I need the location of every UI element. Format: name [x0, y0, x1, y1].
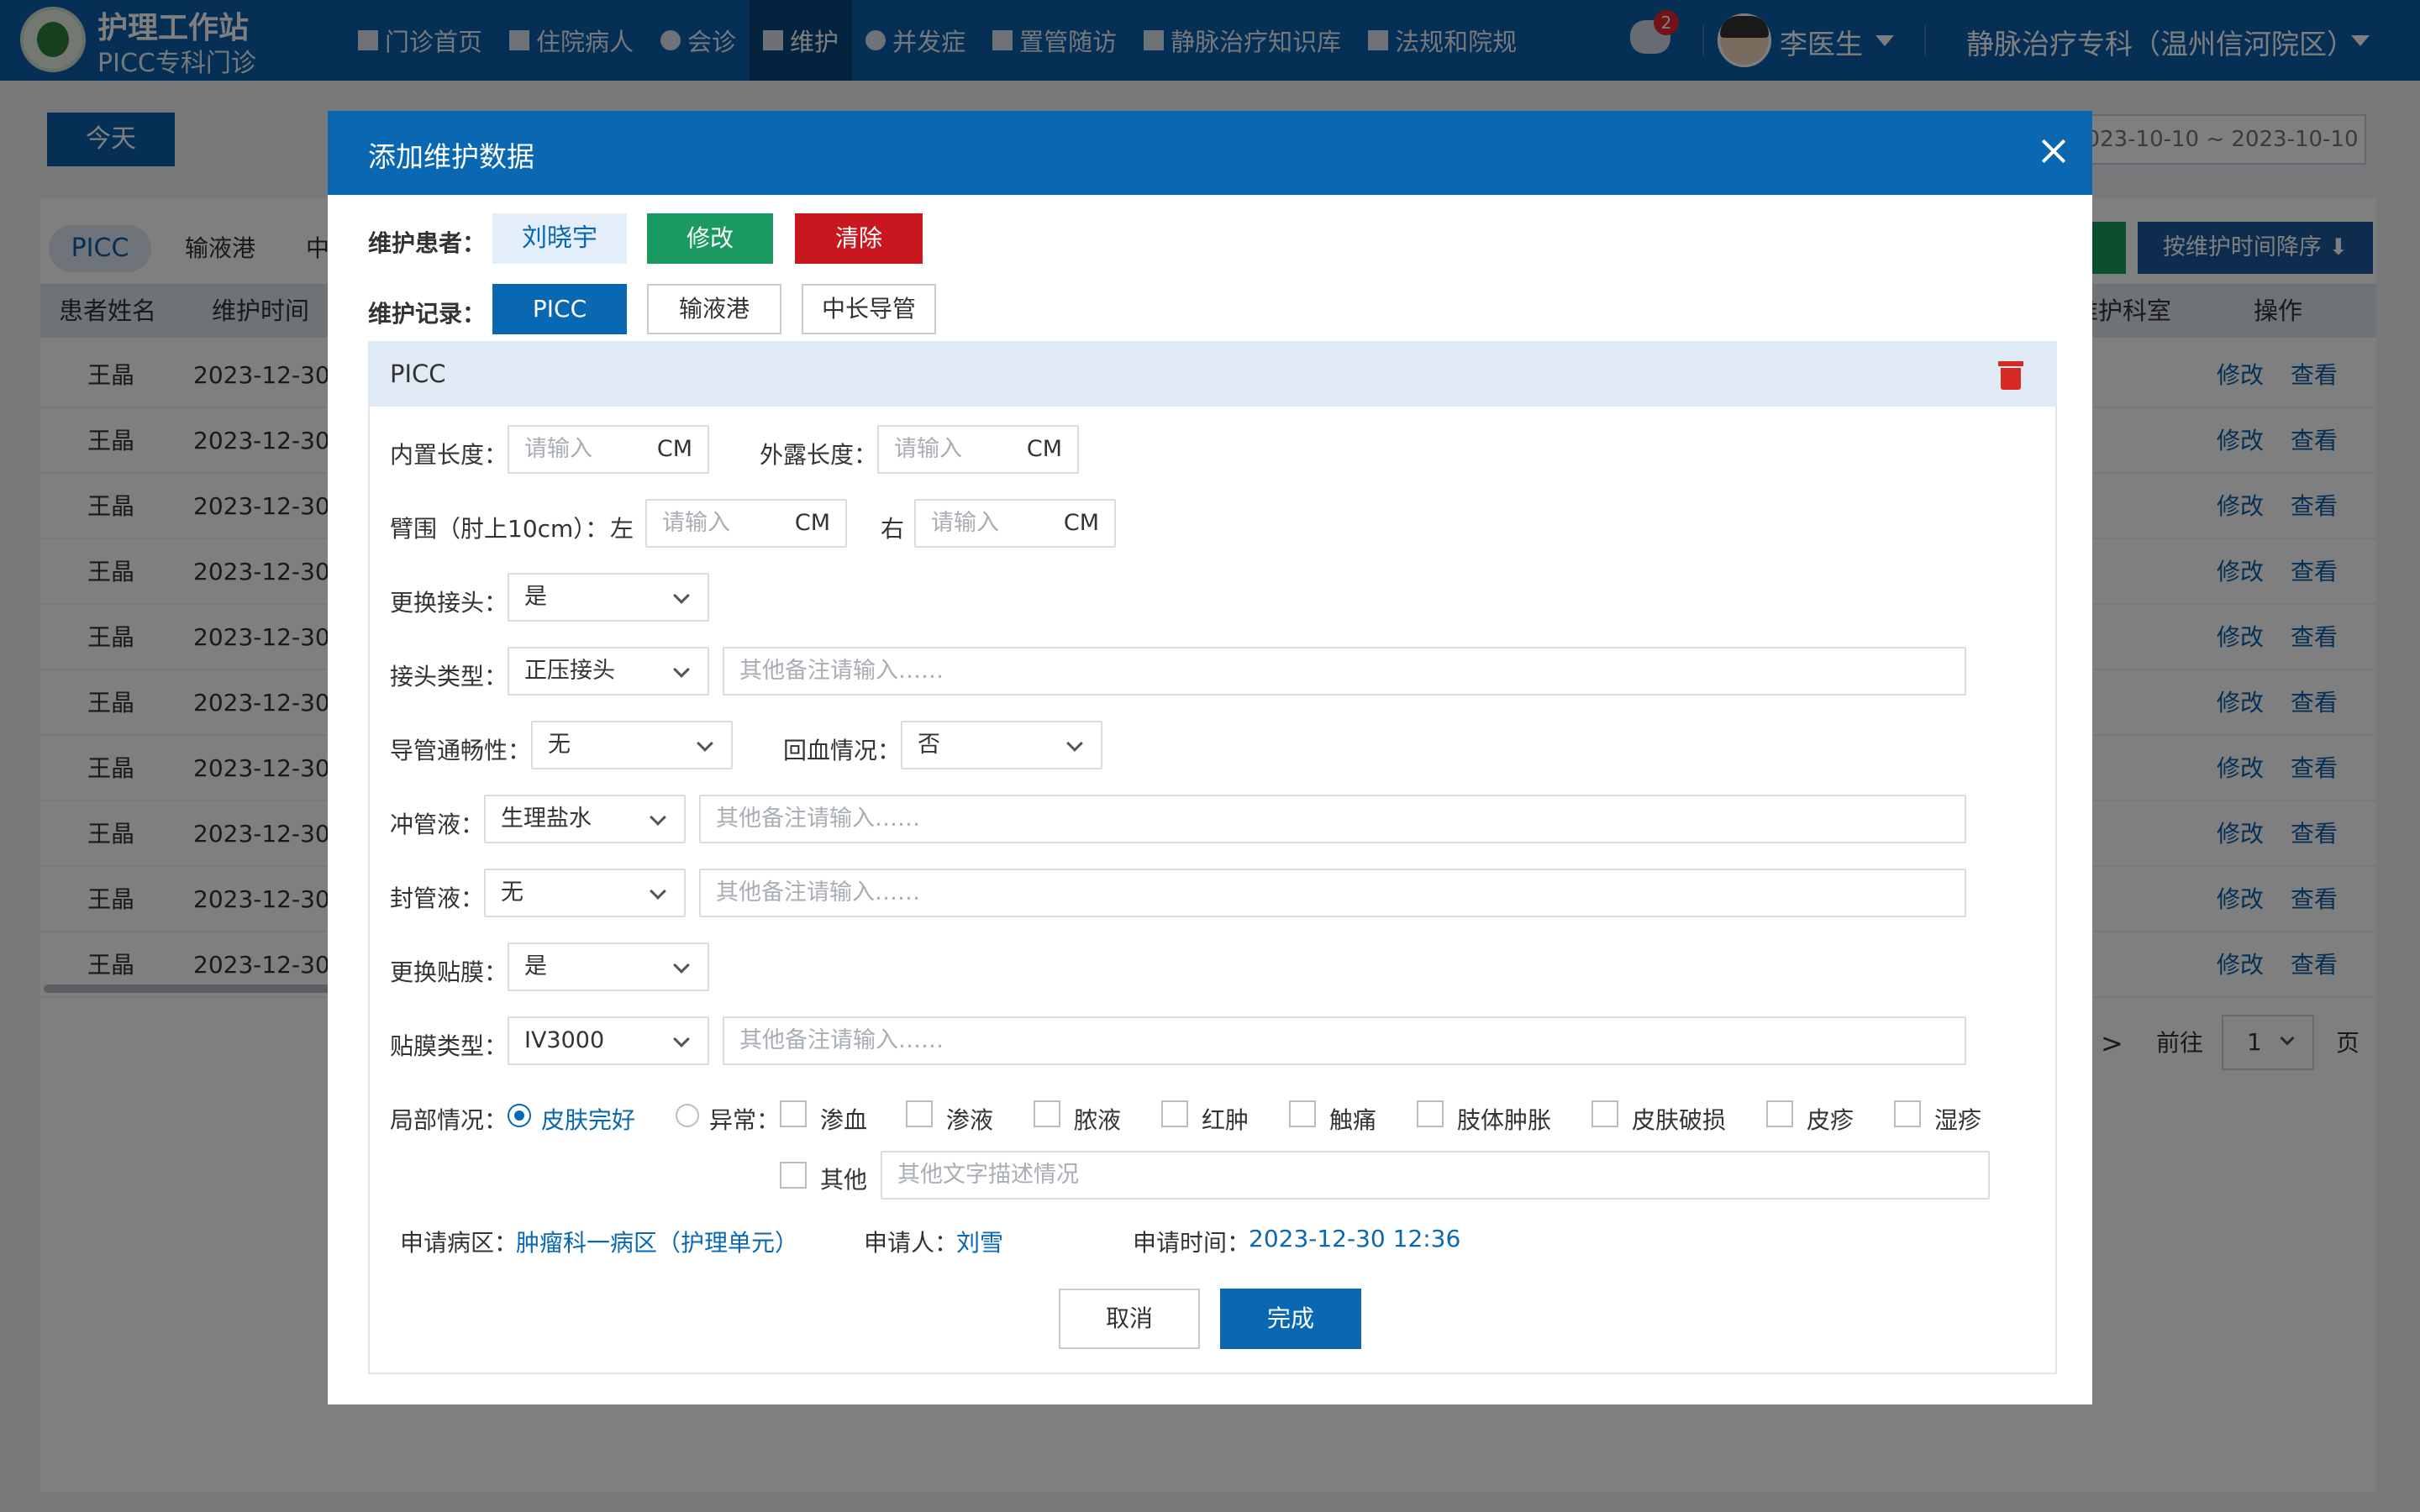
connector-remark-input[interactable]: 其他备注请输入…… — [723, 647, 1966, 696]
arm-circumference-label: 臂围（肘上10cm）： — [390, 515, 609, 543]
film-type-select[interactable]: IV3000 — [508, 1016, 709, 1065]
apply-ward-label: 申请病区： — [400, 1229, 518, 1257]
clear-patient-button[interactable]: 清除 — [795, 213, 923, 264]
picc-section-title: PICC — [390, 360, 446, 388]
change-connector-label: 更换接头： — [390, 589, 508, 617]
symptom-skin-damage-label[interactable]: 皮肤破损 — [1632, 1102, 1726, 1136]
skin-intact-radio[interactable] — [508, 1104, 531, 1127]
dialog-title: 添加维护数据 — [368, 140, 534, 173]
flush-label: 冲管液： — [390, 811, 485, 838]
inner-length-input[interactable]: 请输入 CM — [508, 425, 709, 474]
lock-solution-label: 封管液： — [390, 885, 485, 912]
left-arm-input[interactable]: 请输入 CM — [645, 499, 847, 548]
other-checkbox[interactable] — [780, 1162, 807, 1189]
lock-remark-input[interactable]: 其他备注请输入…… — [699, 869, 1966, 917]
right-arm-label: 右 — [881, 515, 905, 543]
connector-type-label: 接头类型： — [390, 663, 508, 690]
chevron-down-icon — [673, 957, 690, 974]
chevron-down-icon — [673, 587, 690, 604]
close-icon[interactable] — [2033, 131, 2074, 171]
inner-length-label: 内置长度： — [390, 441, 508, 469]
record-label: 维护记录： — [368, 300, 487, 328]
symptom-oozing-fluid-checkbox[interactable] — [906, 1100, 933, 1127]
record-tab-picc[interactable]: PICC — [492, 284, 627, 334]
flush-remark-input[interactable]: 其他备注请输入…… — [699, 795, 1966, 843]
apply-time-value: 2023-12-30 12:36 — [1249, 1225, 1461, 1252]
chevron-down-icon — [697, 735, 713, 752]
change-film-label: 更换贴膜： — [390, 958, 508, 986]
chevron-down-icon — [673, 1031, 690, 1047]
abnormal-radio[interactable] — [676, 1104, 699, 1127]
right-arm-input[interactable]: 请输入 CM — [914, 499, 1116, 548]
cancel-button[interactable]: 取消 — [1059, 1289, 1200, 1349]
patency-select[interactable]: 无 — [531, 721, 733, 769]
record-tab-midline[interactable]: 中长导管 — [802, 284, 936, 334]
symptom-tenderness-label[interactable]: 触痛 — [1329, 1102, 1376, 1136]
picc-panel-header: PICC — [368, 341, 2057, 407]
symptom-redness-checkbox[interactable] — [1161, 1100, 1188, 1127]
film-remark-input[interactable]: 其他备注请输入…… — [723, 1016, 1966, 1065]
blood-return-label: 回血情况： — [783, 737, 902, 764]
apply-time-label: 申请时间： — [1133, 1229, 1251, 1257]
other-label[interactable]: 其他 — [820, 1162, 867, 1195]
symptom-limb-swelling-checkbox[interactable] — [1417, 1100, 1444, 1127]
record-tab-port[interactable]: 输液港 — [647, 284, 781, 334]
symptom-eczema-label[interactable]: 湿疹 — [1934, 1102, 1981, 1136]
connector-type-select[interactable]: 正压接头 — [508, 647, 709, 696]
done-button[interactable]: 完成 — [1220, 1289, 1361, 1349]
left-arm-label: 左 — [610, 515, 634, 543]
symptom-pus-label[interactable]: 脓液 — [1074, 1102, 1121, 1136]
symptom-tenderness-checkbox[interactable] — [1289, 1100, 1316, 1127]
outer-length-label: 外露长度： — [760, 441, 878, 469]
local-condition-label: 局部情况： — [390, 1106, 508, 1134]
flush-select[interactable]: 生理盐水 — [484, 795, 686, 843]
patency-label: 导管通畅性： — [390, 737, 532, 764]
chevron-down-icon — [1066, 735, 1083, 752]
symptom-rash-label[interactable]: 皮疹 — [1807, 1102, 1854, 1136]
symptom-limb-swelling-label[interactable]: 肢体肿胀 — [1457, 1102, 1551, 1136]
change-connector-select[interactable]: 是 — [508, 573, 709, 622]
symptom-rash-checkbox[interactable] — [1766, 1100, 1793, 1127]
symptom-eczema-checkbox[interactable] — [1894, 1100, 1921, 1127]
symptom-oozing-blood-label[interactable]: 渗血 — [820, 1102, 867, 1136]
chevron-down-icon — [650, 883, 666, 900]
symptom-pus-checkbox[interactable] — [1034, 1100, 1060, 1127]
patient-label: 维护患者： — [368, 229, 487, 257]
patient-name: 刘晓宇 — [492, 213, 627, 264]
blood-return-select[interactable]: 否 — [901, 721, 1102, 769]
lock-solution-select[interactable]: 无 — [484, 869, 686, 917]
change-film-select[interactable]: 是 — [508, 942, 709, 991]
symptom-skin-damage-checkbox[interactable] — [1591, 1100, 1618, 1127]
symptom-oozing-fluid-label[interactable]: 渗液 — [946, 1102, 993, 1136]
chevron-down-icon — [650, 809, 666, 826]
picc-panel — [368, 341, 2057, 1374]
applicant-value: 刘雪 — [956, 1229, 1004, 1257]
symptom-redness-label[interactable]: 红肿 — [1202, 1102, 1249, 1136]
outer-length-input[interactable]: 请输入 CM — [877, 425, 1079, 474]
chevron-down-icon — [673, 661, 690, 678]
trash-icon[interactable] — [1998, 361, 2023, 390]
abnormal-label[interactable]: 异常： — [709, 1102, 780, 1136]
applicant-label: 申请人： — [864, 1229, 959, 1257]
edit-patient-button[interactable]: 修改 — [647, 213, 773, 264]
dialog-header: 添加维护数据 — [328, 111, 2092, 195]
other-description-input[interactable]: 其他文字描述情况 — [881, 1151, 1990, 1200]
symptom-oozing-blood-checkbox[interactable] — [780, 1100, 807, 1127]
skin-intact-label[interactable]: 皮肤完好 — [541, 1102, 635, 1136]
film-type-label: 贴膜类型： — [390, 1032, 508, 1060]
apply-ward-value: 肿瘤科一病区（护理单元） — [516, 1229, 799, 1257]
